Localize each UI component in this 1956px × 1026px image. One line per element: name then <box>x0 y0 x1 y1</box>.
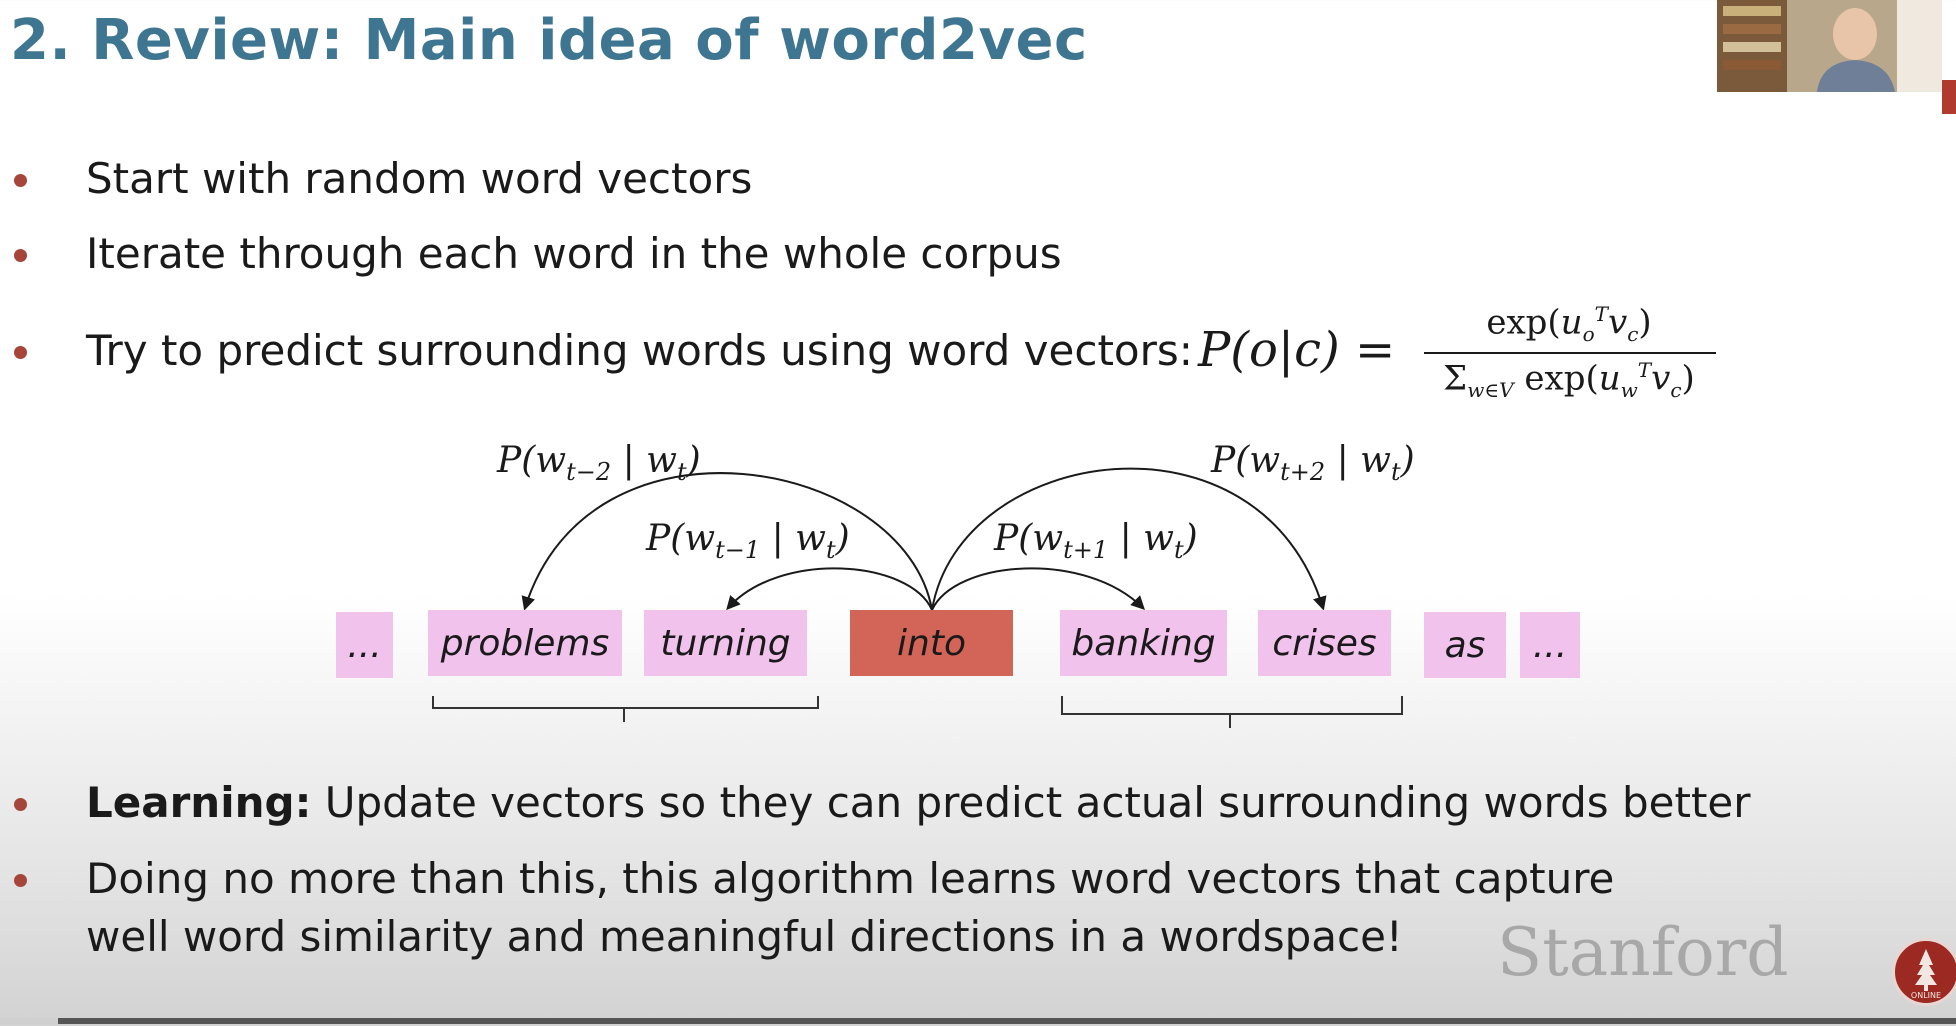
slide-title: 2. Review: Main idea of word2vec <box>10 8 1088 73</box>
arc-t-plus-1 <box>931 567 1145 611</box>
word-box-ellipsis-left: ... <box>336 612 393 678</box>
word-box-ellipsis-right: ... <box>1520 612 1580 678</box>
word-box-turning: turning <box>644 610 807 676</box>
formula-denominator: Σw∈V exp(uwTvc) <box>1443 358 1695 403</box>
learning-text: Update vectors so they can predict actua… <box>311 778 1751 827</box>
fraction-bar <box>1424 352 1716 354</box>
window-edge-marker <box>1942 80 1956 114</box>
bullet-dot <box>14 798 27 811</box>
bullet-text: Try to predict surrounding words using w… <box>86 326 1193 375</box>
context-arcs <box>432 467 1403 728</box>
right-context-brace <box>1061 696 1403 728</box>
presenter-webcam <box>1717 0 1942 92</box>
bullet-text-line1: Doing no more than this, this algorithm … <box>86 854 1615 903</box>
bullet-dot <box>14 346 27 359</box>
stanford-wordmark: Stanford <box>1497 914 1789 991</box>
bullet-dot <box>14 874 27 887</box>
progress-played <box>0 1018 58 1024</box>
word-box-problems: problems <box>428 610 622 676</box>
arc-t-minus-1 <box>726 567 933 611</box>
bullet-text: Start with random word vectors <box>86 154 753 203</box>
word-box-banking: banking <box>1060 610 1227 676</box>
bullet-text: Learning: Update vectors so they can pre… <box>86 774 1751 832</box>
prob-t-minus-2: P(wt−2 | wt) <box>497 440 701 487</box>
prob-t-plus-2: P(wt+2 | wt) <box>1211 440 1415 487</box>
skipgram-diagram: P(wt−2 | wt) P(wt−1 | wt) P(wt+1 | wt) P… <box>0 430 1956 750</box>
video-progress-bar[interactable] <box>0 1018 1956 1024</box>
prob-t-plus-1: P(wt+1 | wt) <box>994 518 1198 565</box>
bullet-dot <box>14 249 27 262</box>
softmax-formula: P(o|c) = exp(uoTvc) Σw∈V exp(uwTvc) <box>1198 298 1718 418</box>
formula-numerator: exp(uoTvc) <box>1486 302 1652 347</box>
word-box-into-center: into <box>850 610 1013 676</box>
learning-label: Learning: <box>86 778 312 827</box>
stanford-tree-icon: ONLINE <box>1911 949 1941 1000</box>
prob-t-minus-1: P(wt−1 | wt) <box>646 518 850 565</box>
left-context-brace <box>432 696 819 722</box>
bullet-dot <box>14 174 27 187</box>
bullet-text-line2: well word similarity and meaningful dire… <box>86 912 1403 961</box>
word-box-crises: crises <box>1258 610 1391 676</box>
bullet-text: Iterate through each word in the whole c… <box>86 229 1062 278</box>
logo-label: ONLINE <box>1911 991 1941 1000</box>
formula-lhs: P(o|c) = <box>1198 322 1396 378</box>
webcam-presenter-video <box>1717 0 1942 92</box>
stanford-online-logo-icon: ONLINE <box>1892 938 1956 1006</box>
word-box-as: as <box>1424 612 1506 678</box>
